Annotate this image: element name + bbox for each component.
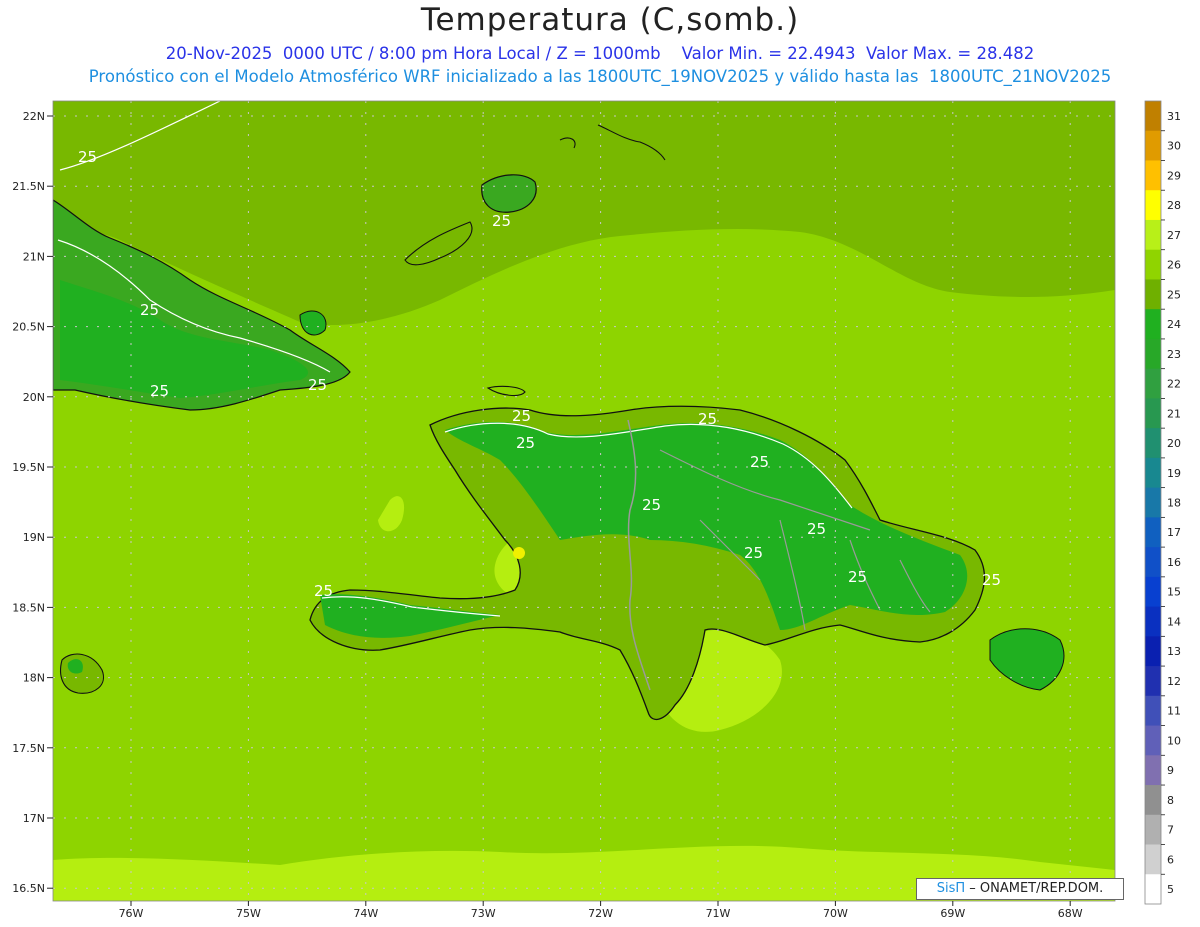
- colorbar-label: 7: [1167, 824, 1174, 837]
- lat-label: 21N: [23, 250, 45, 263]
- contour-label: 25: [807, 520, 826, 538]
- colorbar-label: 13: [1167, 645, 1181, 658]
- lat-label: 18N: [23, 672, 45, 685]
- lat-label: 17.5N: [12, 742, 45, 755]
- colorbar-swatch: [1145, 428, 1161, 459]
- contour-label: 25: [750, 453, 769, 471]
- colorbar-swatch: [1145, 606, 1161, 637]
- max-temperature-spot: [513, 547, 525, 559]
- colorbar-swatch: [1145, 279, 1161, 310]
- colorbar-label: 14: [1167, 615, 1181, 628]
- colorbar-swatch: [1145, 219, 1161, 251]
- colorbar-label: 18: [1167, 497, 1181, 510]
- contour-label: 25: [642, 496, 661, 514]
- lat-label: 17N: [23, 812, 45, 825]
- lat-label: 18.5N: [12, 601, 45, 614]
- colorbar-swatch: [1145, 457, 1161, 489]
- credit-box: SisΠ – ONAMET/REP.DOM.: [916, 878, 1124, 900]
- contour-label: 25: [78, 148, 97, 166]
- colorbar-swatch: [1145, 160, 1161, 191]
- colorbar-swatch: [1145, 695, 1161, 727]
- credit-text: – ONAMET/REP.DOM.: [965, 881, 1104, 896]
- sispi-logo: SisΠ: [936, 881, 966, 896]
- colorbar-label: 20: [1167, 437, 1181, 450]
- colorbar-label: 15: [1167, 586, 1181, 599]
- contour-label: 25: [140, 301, 159, 319]
- lat-label: 22N: [23, 110, 45, 123]
- lon-label: 76W: [119, 907, 144, 920]
- lat-label: 19.5N: [12, 461, 45, 474]
- contour-label: 25: [314, 582, 333, 600]
- contour-label: 25: [150, 382, 169, 400]
- colorbar-swatch: [1145, 636, 1161, 667]
- colorbar-label: 30: [1167, 140, 1181, 153]
- colorbar-swatch: [1145, 487, 1161, 518]
- colorbar-label: 24: [1167, 318, 1181, 331]
- lon-label: 68W: [1058, 907, 1083, 920]
- colorbar-label: 21: [1167, 407, 1181, 420]
- colorbar-label: 28: [1167, 199, 1181, 212]
- colorbar-label: 22: [1167, 378, 1181, 391]
- lon-label: 74W: [353, 907, 378, 920]
- contour-label: 25: [982, 571, 1001, 589]
- contour-label: 25: [848, 568, 867, 586]
- contour-label: 25: [308, 376, 327, 394]
- colorbar-label: 17: [1167, 526, 1181, 539]
- colorbar-swatch: [1145, 874, 1161, 905]
- colorbar-swatch: [1145, 844, 1161, 875]
- colorbar-label: 31: [1167, 110, 1181, 123]
- map-area: 25 25 25 25 25 25 25 25 25 25 25 25 25 25 25: [53, 101, 1115, 901]
- colorbar-swatch: [1145, 785, 1161, 816]
- colorbar-label: 25: [1167, 288, 1181, 301]
- lon-label: 70W: [823, 907, 848, 920]
- lat-label: 20.5N: [12, 321, 45, 334]
- colorbar-swatch: [1145, 755, 1161, 786]
- colorbar-label: 23: [1167, 348, 1181, 361]
- colorbar-swatch: [1145, 309, 1161, 340]
- colorbar-label: 8: [1167, 794, 1174, 807]
- colorbar-swatch: [1145, 814, 1161, 846]
- colorbar-swatch: [1145, 666, 1161, 697]
- latitude-axis: 22N 21.5N 21N 20.5N 20N 19.5N 19N 18.5N 18N 17.5N…: [12, 110, 53, 895]
- lat-label: 21.5N: [12, 180, 45, 193]
- lon-label: 75W: [236, 907, 261, 920]
- lon-label: 72W: [588, 907, 613, 920]
- colorbar-label: 26: [1167, 259, 1181, 272]
- colorbar-swatch: [1145, 725, 1161, 756]
- colorbar-label: 9: [1167, 764, 1174, 777]
- contour-label: 25: [698, 410, 717, 428]
- colorbar-label: 6: [1167, 853, 1174, 866]
- lon-label: 73W: [471, 907, 496, 920]
- colorbar-label: 10: [1167, 734, 1181, 747]
- lat-label: 16.5N: [12, 882, 45, 895]
- lat-label: 19N: [23, 531, 45, 544]
- contour-label: 25: [512, 407, 531, 425]
- colorbar-swatch: [1145, 190, 1161, 221]
- colorbar-swatch: [1145, 338, 1161, 370]
- temperature-colorbar: 31 30 29 28 27 26 25 24 23 22 21 20 19 18 17 16 15 14 13 12…: [1144, 100, 1181, 905]
- contour-label: 25: [744, 544, 763, 562]
- colorbar-label: 11: [1167, 705, 1181, 718]
- colorbar-label: 19: [1167, 467, 1181, 480]
- colorbar-label: 5: [1167, 883, 1174, 896]
- contour-label: 25: [492, 212, 511, 230]
- temperature-map: 25252525 252525252525252525 2525 22N21.5N2…: [12, 100, 1181, 920]
- lon-label: 69W: [940, 907, 965, 920]
- colorbar-label: 27: [1167, 229, 1181, 242]
- contour-label: 25: [516, 434, 535, 452]
- colorbar-swatch: [1145, 398, 1161, 429]
- colorbar-swatch: [1145, 547, 1161, 578]
- colorbar-label: 12: [1167, 675, 1181, 688]
- lat-label: 20N: [23, 391, 45, 404]
- lon-label: 71W: [706, 907, 731, 920]
- colorbar-swatch: [1145, 517, 1161, 548]
- colorbar-label: 29: [1167, 169, 1181, 182]
- colorbar-swatch: [1145, 130, 1161, 161]
- colorbar-swatch: [1145, 368, 1161, 399]
- colorbar-label: 16: [1167, 556, 1181, 569]
- colorbar-swatch: [1145, 576, 1161, 608]
- colorbar-swatch: [1145, 249, 1161, 280]
- colorbar-swatch: [1145, 101, 1161, 132]
- longitude-axis: 76W 75W 74W 73W 72W 71W 70W 69W 68W: [119, 901, 1083, 920]
